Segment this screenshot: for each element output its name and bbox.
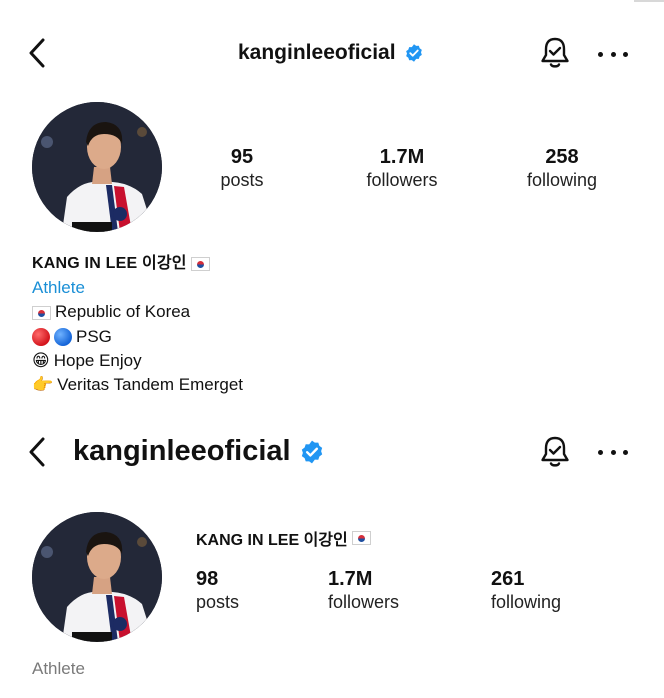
posts-stat[interactable]: 98 posts: [196, 567, 239, 613]
blue-circle-icon: [54, 327, 72, 346]
posts-label: posts: [196, 592, 240, 612]
verified-badge-icon: [405, 44, 422, 62]
bio-line-motto: Hope Enjoy: [53, 350, 142, 370]
profile-category[interactable]: Athlete: [32, 276, 243, 300]
display-name-row: KANG IN LEE 이강인: [196, 526, 371, 550]
following-stat[interactable]: 258 following: [512, 145, 612, 191]
bio-line-country: Republic of Korea: [55, 302, 191, 322]
profile-avatar[interactable]: [32, 102, 162, 232]
posts-count: 95: [230, 146, 254, 168]
following-label: following: [491, 592, 562, 612]
posts-stat[interactable]: 95 posts: [202, 145, 282, 191]
username: kanginleeoficial: [238, 41, 396, 64]
posts-count: 98: [196, 568, 219, 590]
following-count: 261: [491, 568, 525, 590]
grinning-face-icon: 😁: [32, 350, 50, 371]
bio-line-latin: Veritas Tandem Emerget: [57, 375, 244, 395]
profile-username-header: kanginleeoficial: [238, 41, 424, 65]
display-name: KANG IN LEE 이강인: [32, 255, 187, 272]
back-button[interactable]: [24, 36, 50, 70]
display-name: KANG IN LEE 이강인: [196, 532, 348, 549]
bell-icon: [541, 37, 569, 68]
screenshot-edge-mark: [634, 0, 664, 2]
chevron-left-icon: [29, 38, 45, 68]
profile-username-header: kanginleeoficial: [73, 435, 325, 468]
followers-label: followers: [366, 170, 438, 190]
south-korea-flag-icon: [32, 305, 51, 320]
profile-avatar[interactable]: [32, 512, 162, 642]
red-circle-icon: [32, 327, 50, 346]
verified-badge-icon: [301, 440, 322, 463]
more-options-button[interactable]: [598, 44, 628, 64]
more-options-button[interactable]: [598, 442, 628, 462]
followers-stat[interactable]: 1.7M followers: [352, 145, 452, 191]
following-label: following: [526, 170, 598, 190]
following-count: 258: [545, 146, 579, 168]
more-dot-icon: [598, 449, 603, 455]
followers-label: followers: [328, 592, 400, 612]
followers-count: 1.7M: [328, 568, 373, 590]
back-button[interactable]: [24, 435, 50, 469]
profile-bio: KANG IN LEE 이강인 Athlete Republic of Kore…: [32, 252, 243, 397]
pointing-hand-icon: 👉: [32, 375, 54, 396]
notifications-bell-button[interactable]: [537, 434, 573, 470]
more-dot-icon: [623, 51, 628, 57]
followers-count: 1.7M: [379, 146, 425, 168]
south-korea-flag-icon: [190, 257, 210, 272]
more-dot-icon: [598, 51, 603, 57]
chevron-left-icon: [29, 437, 45, 467]
profile-category: Athlete: [32, 659, 85, 678]
username: kanginleeoficial: [73, 435, 291, 467]
profile-photo: [32, 512, 162, 642]
more-dot-icon: [610, 449, 616, 455]
posts-label: posts: [220, 170, 264, 190]
following-stat[interactable]: 261 following: [491, 567, 561, 613]
south-korea-flag-icon: [351, 531, 371, 545]
profile-photo: [32, 102, 162, 232]
more-dot-icon: [610, 51, 616, 57]
bio-line-club: PSG: [76, 326, 112, 346]
notifications-bell-button[interactable]: [537, 35, 573, 71]
followers-stat[interactable]: 1.7M followers: [328, 567, 399, 613]
bell-icon: [541, 436, 569, 467]
more-dot-icon: [623, 449, 628, 455]
